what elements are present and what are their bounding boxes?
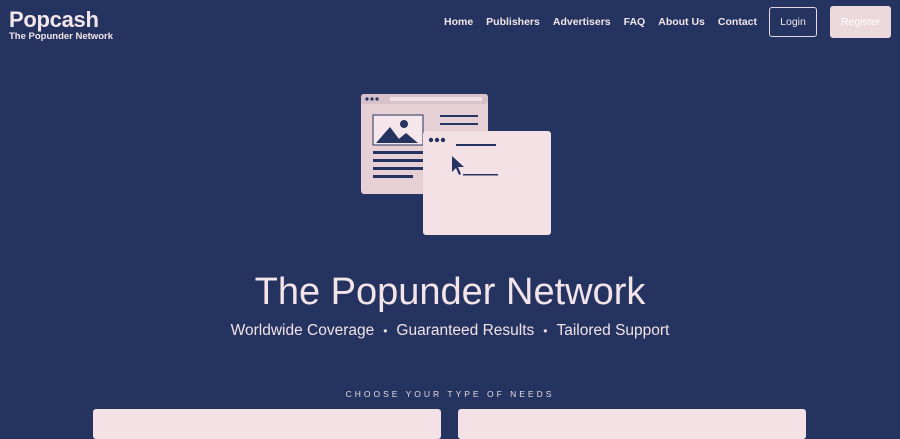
- nav-advertisers[interactable]: Advertisers: [553, 16, 611, 28]
- popunder-windows-icon: [360, 93, 552, 236]
- logo[interactable]: Popcash The Popunder Network: [9, 8, 113, 42]
- hero-features: Worldwide Coverage • Guaranteed Results • Ta…: [0, 321, 900, 341]
- site-header: Popcash The Popunder Network Home Publis…: [0, 0, 900, 46]
- nav-home[interactable]: Home: [444, 16, 473, 28]
- hero-title: The Popunder Network: [254, 271, 646, 313]
- nav-faq[interactable]: FAQ: [624, 16, 646, 28]
- register-button[interactable]: Register: [830, 6, 891, 38]
- feature-guaranteed-results: Guaranteed Results: [396, 322, 535, 339]
- feature-tailored-support: Tailored Support: [556, 322, 670, 339]
- logo-name: Popcash: [9, 7, 99, 32]
- needs-section-label: CHOOSE YOUR TYPE OF NEEDS: [345, 389, 555, 399]
- needs-card-advertiser[interactable]: [458, 409, 806, 439]
- needs-card-publisher[interactable]: [93, 409, 441, 439]
- login-button[interactable]: Login: [769, 7, 817, 37]
- separator-dot: •: [543, 324, 548, 338]
- main-nav: Home Publishers Advertisers FAQ About Us…: [444, 6, 891, 38]
- nav-about-us[interactable]: About Us: [658, 16, 705, 28]
- logo-tagline: The Popunder Network: [9, 31, 113, 42]
- feature-worldwide-coverage: Worldwide Coverage: [230, 322, 375, 339]
- nav-contact[interactable]: Contact: [718, 16, 757, 28]
- nav-publishers[interactable]: Publishers: [486, 16, 540, 28]
- separator-dot: •: [383, 324, 388, 338]
